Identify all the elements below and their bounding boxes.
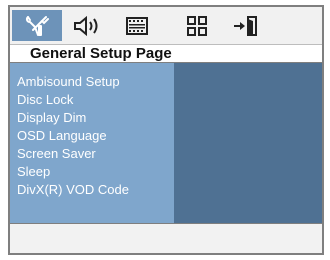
setup-tabs-bar [10,7,322,44]
status-bar [10,223,322,253]
tab-exit[interactable] [222,10,272,41]
audio-setup-icon [72,15,102,37]
menu-item-ambisound-setup[interactable]: Ambisound Setup [17,74,120,90]
preference-setup-icon [186,15,208,37]
page-title: General Setup Page [10,44,322,63]
menu-item-display-dim[interactable]: Display Dim [17,110,86,126]
exit-icon [233,15,261,37]
tab-video-setup[interactable] [112,10,162,41]
video-setup-icon [125,15,149,37]
menu-item-screen-saver[interactable]: Screen Saver [17,146,96,162]
menu-item-divx-vod-code[interactable]: DivX(R) VOD Code [17,182,129,198]
tab-general-setup[interactable] [12,10,62,41]
options-panel [174,63,322,223]
general-setup-icon [25,15,49,37]
menu-item-osd-language[interactable]: OSD Language [17,128,107,144]
tab-preference-setup[interactable] [172,10,222,41]
menu-item-disc-lock[interactable]: Disc Lock [17,92,73,108]
settings-menu-list: Ambisound Setup Disc Lock Display Dim OS… [10,63,174,223]
tab-audio-setup[interactable] [62,10,112,41]
setup-menu-window: General Setup Page Ambisound Setup Disc … [8,5,324,255]
menu-item-sleep[interactable]: Sleep [17,164,50,180]
